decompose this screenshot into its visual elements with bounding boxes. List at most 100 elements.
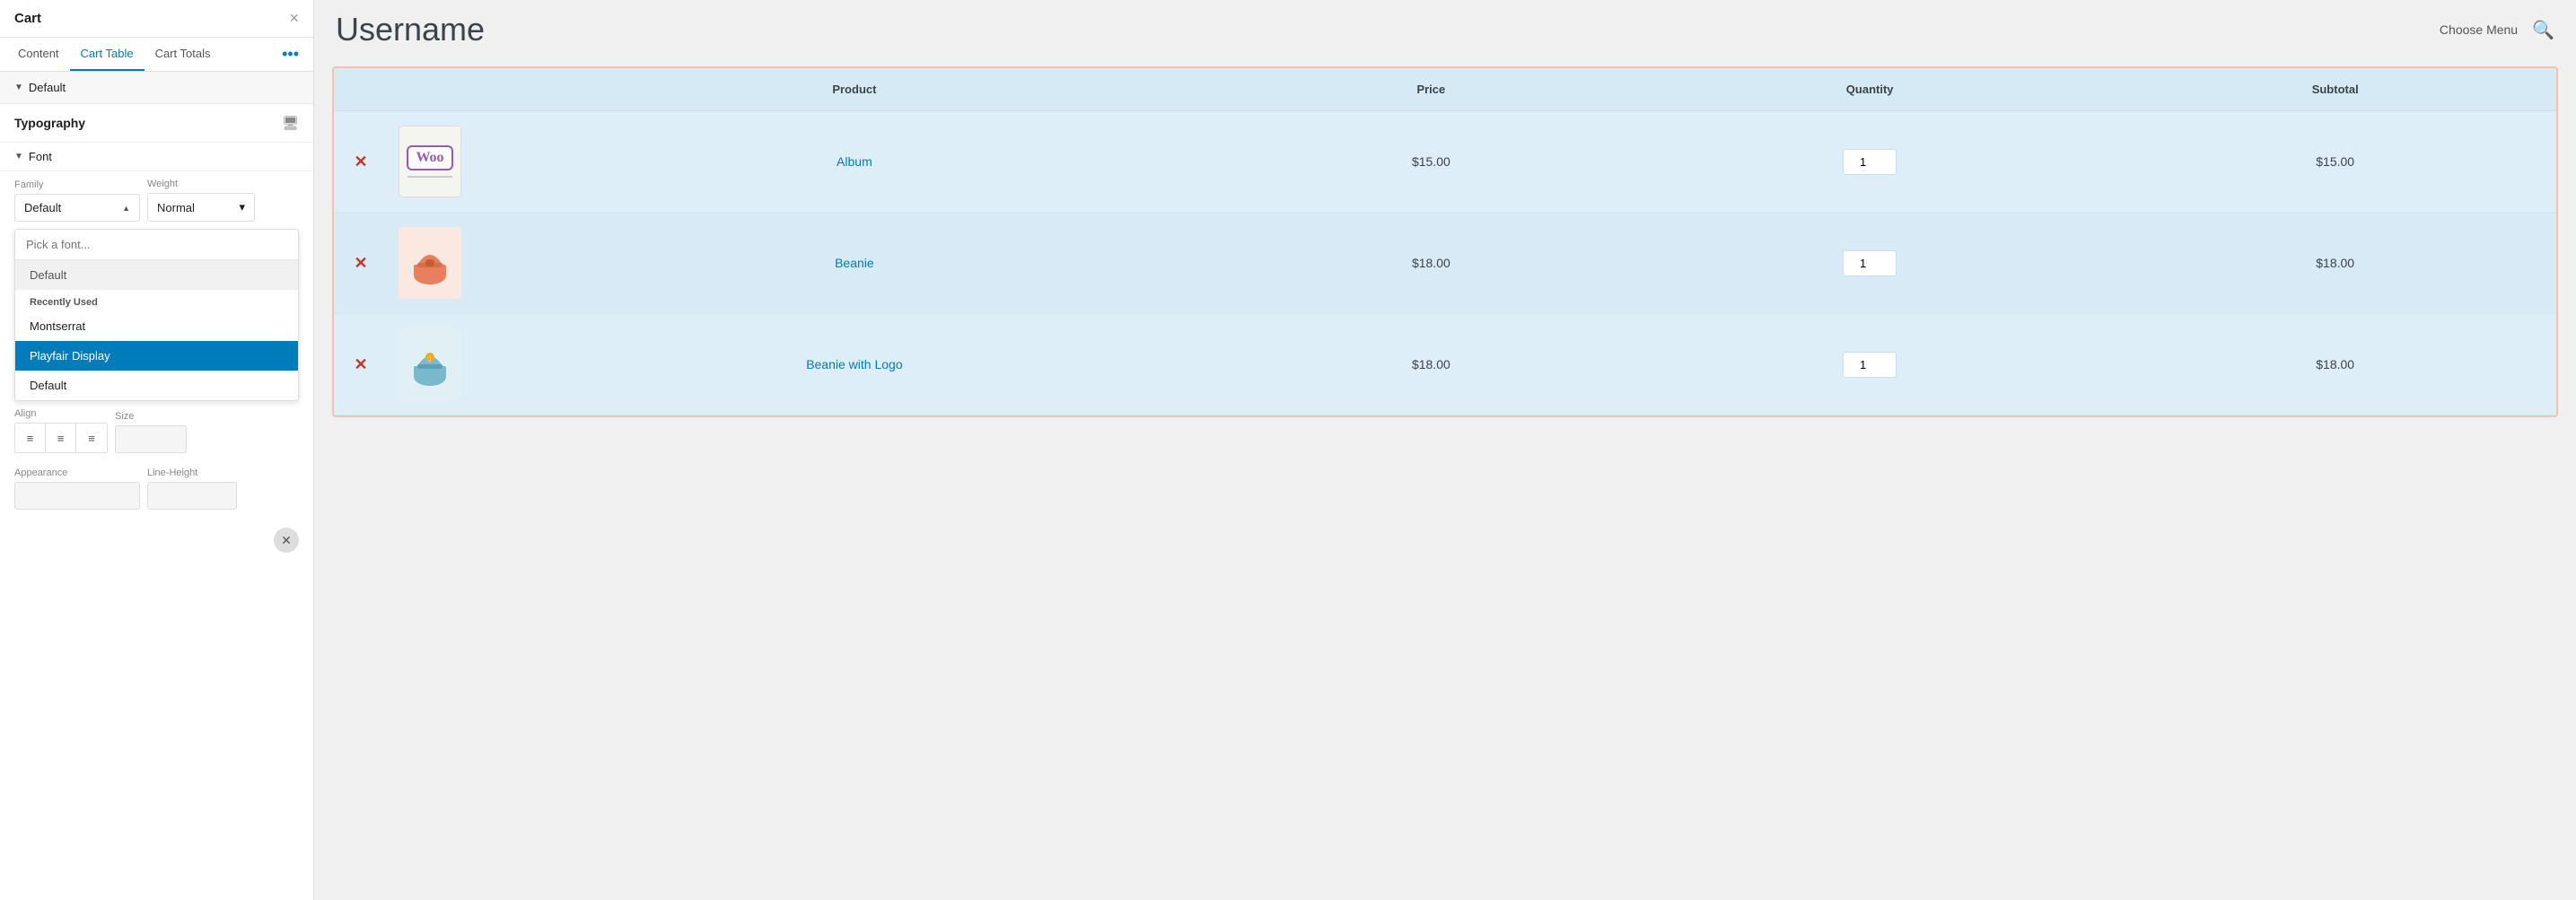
qty-cell — [1625, 213, 2114, 314]
font-dropdown: Default Recently Used Montserrat Playfai… — [14, 229, 299, 401]
thumb-cell — [388, 213, 472, 314]
price-album: $15.00 — [1412, 154, 1450, 169]
weight-label: Weight — [147, 179, 255, 189]
tab-cart-table[interactable]: Cart Table — [70, 38, 145, 71]
align-right-button[interactable]: ≡ — [76, 424, 107, 452]
font-option-montserrat[interactable]: Montserrat — [15, 311, 298, 341]
recently-used-label: Recently Used — [15, 290, 298, 311]
tab-content[interactable]: Content — [7, 38, 70, 71]
product-link-album[interactable]: Album — [837, 154, 872, 169]
remove-cell: ✕ — [334, 213, 388, 314]
line-height-label: Line-Height — [147, 467, 237, 478]
panel-close-icon[interactable]: × — [289, 9, 299, 28]
family-field-group: Family Default ▲ — [14, 179, 140, 222]
align-center-button[interactable]: ≡ — [46, 424, 76, 452]
font-collapse-row[interactable]: ▼ Font — [0, 143, 313, 171]
align-label: Align — [14, 408, 108, 419]
weight-value: Normal — [157, 201, 195, 214]
price-beanie: $18.00 — [1412, 256, 1450, 270]
tab-more-button[interactable]: ••• — [275, 38, 306, 71]
product-thumb-beanie — [399, 227, 461, 299]
woo-line — [407, 176, 452, 178]
subtotal-beanie: $18.00 — [2316, 256, 2354, 270]
remove-cell: ✕ — [334, 314, 388, 415]
choose-menu-button[interactable]: Choose Menu — [2440, 22, 2518, 37]
appearance-select[interactable] — [14, 482, 140, 510]
panel-header: Cart × — [0, 0, 313, 38]
font-option-playfair[interactable]: Playfair Display — [15, 341, 298, 371]
default-collapse-arrow: ▼ — [14, 83, 23, 92]
product-thumb-album: Woo — [399, 126, 461, 197]
tab-cart-totals[interactable]: Cart Totals — [145, 38, 222, 71]
qty-input-album[interactable] — [1843, 149, 1897, 175]
cart-table: Product Price Quantity Subtotal ✕ Woo — [334, 68, 2556, 415]
family-label: Family — [14, 179, 140, 190]
top-bar: Username Choose Menu 🔍 — [314, 0, 2576, 59]
monitor-icon: 🖥 — [282, 115, 299, 131]
font-family-value: Default — [24, 201, 61, 214]
font-section-label: Font — [29, 150, 52, 163]
qty-cell — [1625, 314, 2114, 415]
col-product: Product — [472, 68, 1237, 111]
default-section-label: Default — [29, 81, 66, 94]
remove-button[interactable]: ✕ — [354, 254, 367, 272]
subtotal-cell: $18.00 — [2114, 314, 2556, 415]
align-size-row: Align ≡ ≡ ≡ Size — [0, 401, 313, 460]
remove-cell: ✕ — [334, 111, 388, 213]
appearance-field-group: Appearance — [14, 467, 140, 510]
remove-button[interactable]: ✕ — [354, 153, 367, 170]
typography-row: Typography 🖥 — [0, 104, 313, 143]
product-link-beanie[interactable]: Beanie — [835, 256, 874, 270]
table-row: ✕ Woo Album $15.00 — [334, 111, 2556, 213]
weight-select[interactable]: Normal ▾ — [147, 193, 255, 222]
price-cell: $18.00 — [1237, 213, 1625, 314]
search-icon-button[interactable]: 🔍 — [2532, 19, 2554, 41]
bottom-close-area: ✕ — [0, 517, 313, 564]
product-link-beanie-logo[interactable]: Beanie with Logo — [806, 357, 902, 371]
subtotal-beanie-logo: $18.00 — [2316, 357, 2354, 371]
col-thumb — [388, 68, 472, 111]
col-subtotal: Subtotal — [2114, 68, 2556, 111]
font-collapse-arrow: ▼ — [14, 152, 23, 162]
thumb-cell: :) — [388, 314, 472, 415]
subtotal-cell: $15.00 — [2114, 111, 2556, 213]
price-cell: $15.00 — [1237, 111, 1625, 213]
col-quantity: Quantity — [1625, 68, 2114, 111]
table-row: ✕ B — [334, 213, 2556, 314]
font-option-default-top[interactable]: Default — [15, 260, 298, 290]
font-search-input[interactable] — [15, 230, 298, 260]
svg-text::): :) — [427, 356, 431, 363]
weight-dropdown-arrow: ▾ — [239, 200, 245, 214]
align-left-button[interactable]: ≡ — [15, 424, 46, 452]
qty-cell — [1625, 111, 2114, 213]
typography-label: Typography — [14, 116, 275, 130]
bottom-close-button[interactable]: ✕ — [274, 528, 299, 553]
font-option-default-bottom[interactable]: Default — [15, 371, 298, 400]
panel-title: Cart — [14, 11, 41, 26]
subtotal-album: $15.00 — [2316, 154, 2354, 169]
cart-table-container: Product Price Quantity Subtotal ✕ Woo — [332, 66, 2558, 417]
price-cell: $18.00 — [1237, 314, 1625, 415]
product-name-cell: Beanie with Logo — [472, 314, 1237, 415]
product-thumb-beanie-logo: :) — [399, 328, 461, 400]
remove-button[interactable]: ✕ — [354, 355, 367, 373]
qty-input-beanie[interactable] — [1843, 250, 1897, 276]
size-input[interactable] — [115, 425, 187, 453]
product-name-cell: Album — [472, 111, 1237, 213]
qty-input-beanie-logo[interactable] — [1843, 352, 1897, 378]
col-remove — [334, 68, 388, 111]
page-title: Username — [336, 11, 485, 48]
table-header-row: Product Price Quantity Subtotal — [334, 68, 2556, 111]
size-input-wrap: Size — [115, 411, 187, 453]
line-height-input[interactable] — [147, 482, 237, 510]
appearance-label: Appearance — [14, 467, 140, 478]
size-label: Size — [115, 411, 187, 422]
default-section-row[interactable]: ▼ Default — [0, 72, 313, 104]
table-row: ✕ :) — [334, 314, 2556, 415]
col-price: Price — [1237, 68, 1625, 111]
panel-body: ▼ Default Typography 🖥 ▼ Font Family Def… — [0, 72, 313, 900]
thumb-cell: Woo — [388, 111, 472, 213]
left-panel: Cart × Content Cart Table Cart Totals ••… — [0, 0, 314, 900]
font-family-button[interactable]: Default ▲ — [14, 194, 140, 222]
align-field-group: Align ≡ ≡ ≡ — [14, 408, 108, 453]
